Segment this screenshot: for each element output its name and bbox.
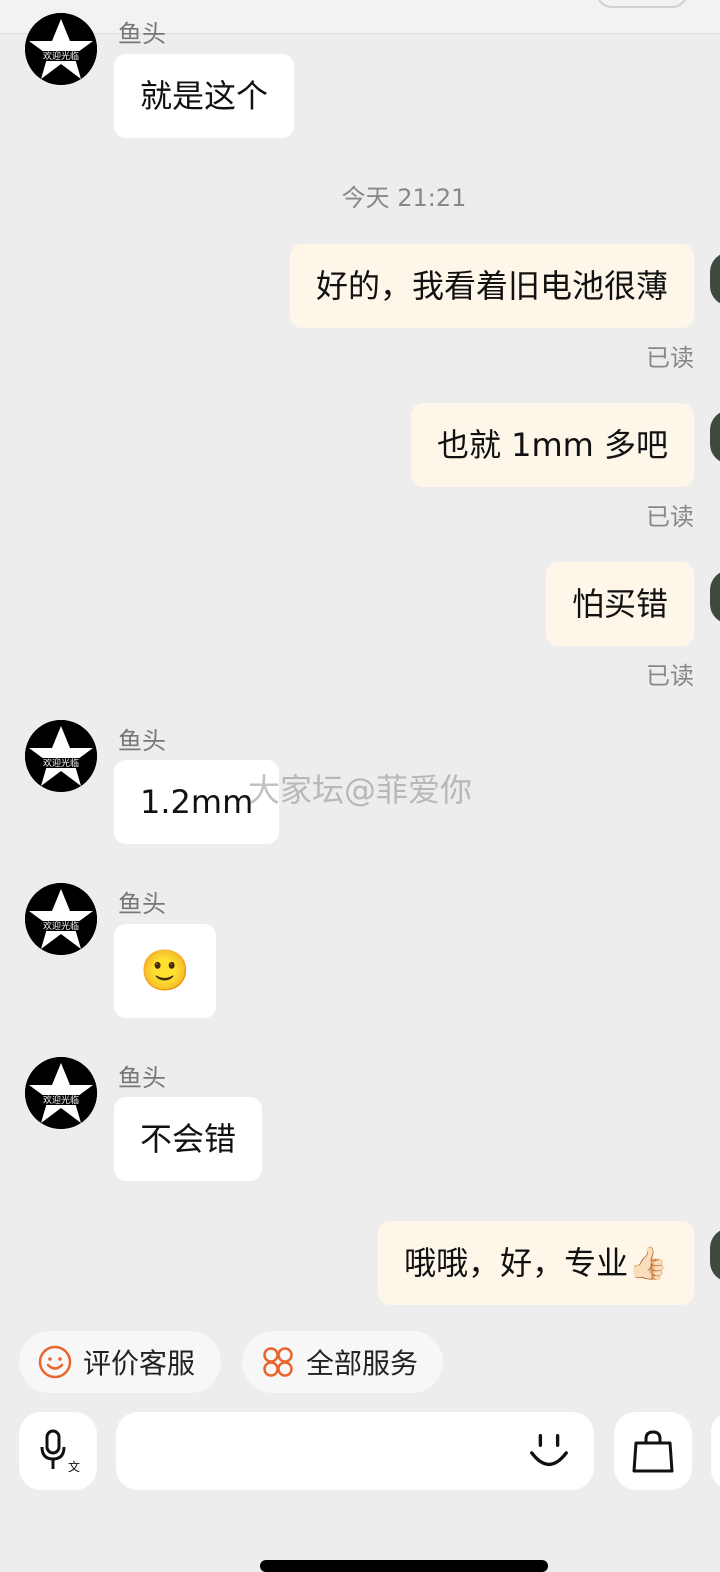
shopping-bag-icon xyxy=(632,1430,674,1473)
grid-services-icon xyxy=(263,1347,293,1377)
svg-text:欢迎光临: 欢迎光临 xyxy=(43,757,79,769)
chip-label: 全部服务 xyxy=(306,1347,419,1380)
star-logo-icon: 欢迎光临 xyxy=(25,720,97,792)
top-action-button[interactable] xyxy=(596,0,688,8)
avatar[interactable] xyxy=(710,252,720,306)
avatar[interactable] xyxy=(710,570,720,624)
star-logo-icon: 欢迎光临 xyxy=(25,1057,97,1129)
avatar[interactable]: 欢迎光临 xyxy=(25,720,97,792)
message-bubble[interactable]: 也就 1mm 多吧 xyxy=(410,403,694,487)
svg-text:欢迎光临: 欢迎光临 xyxy=(43,920,79,932)
avatar[interactable]: 欢迎光临 xyxy=(25,1057,97,1129)
chip-label: 评价客服 xyxy=(83,1347,196,1380)
emoji-icon[interactable] xyxy=(526,1428,572,1474)
star-logo-icon: 欢迎光临 xyxy=(25,883,97,955)
svg-text:欢迎光临: 欢迎光临 xyxy=(43,50,79,62)
svg-text:文: 文 xyxy=(68,1459,80,1474)
read-status: 已读 xyxy=(646,662,694,690)
sender-name: 鱼头 xyxy=(118,890,166,918)
voice-input-button[interactable]: 文 xyxy=(19,1412,97,1490)
watermark: 大家坛@菲爱你 xyxy=(248,771,473,809)
message-input[interactable] xyxy=(116,1412,594,1490)
svg-text:欢迎光临: 欢迎光临 xyxy=(43,1094,79,1106)
avatar[interactable] xyxy=(710,1228,720,1282)
read-status: 已读 xyxy=(646,503,694,531)
message-bubble[interactable]: 不会错 xyxy=(114,1097,263,1181)
home-indicator xyxy=(260,1560,548,1572)
star-logo-icon: 欢迎光临 xyxy=(25,13,97,85)
message-bubble[interactable]: 就是这个 xyxy=(114,54,295,138)
read-status: 已读 xyxy=(646,344,694,372)
message-bubble[interactable]: 哦哦，好，专业👍🏻 xyxy=(378,1221,694,1305)
shopping-bag-button[interactable] xyxy=(614,1412,692,1490)
more-button[interactable] xyxy=(711,1412,720,1490)
message-bubble[interactable]: 好的，我看着旧电池很薄 xyxy=(289,244,694,328)
sender-name: 鱼头 xyxy=(118,727,166,755)
sender-name: 鱼头 xyxy=(118,1064,166,1092)
smile-icon xyxy=(38,1345,72,1379)
message-bubble[interactable]: 怕买错 xyxy=(545,562,694,646)
message-timestamp: 今天 21:21 xyxy=(341,184,467,212)
message-bubble[interactable]: 🙂 xyxy=(114,924,216,1018)
avatar[interactable]: 欢迎光临 xyxy=(25,883,97,955)
avatar[interactable]: 欢迎光临 xyxy=(25,13,97,85)
rate-service-button[interactable]: 评价客服 xyxy=(19,1331,221,1393)
all-services-button[interactable]: 全部服务 xyxy=(242,1331,443,1393)
sender-name: 鱼头 xyxy=(118,20,166,48)
microphone-icon: 文 xyxy=(40,1429,80,1474)
avatar[interactable] xyxy=(710,410,720,464)
top-bar xyxy=(0,0,720,34)
